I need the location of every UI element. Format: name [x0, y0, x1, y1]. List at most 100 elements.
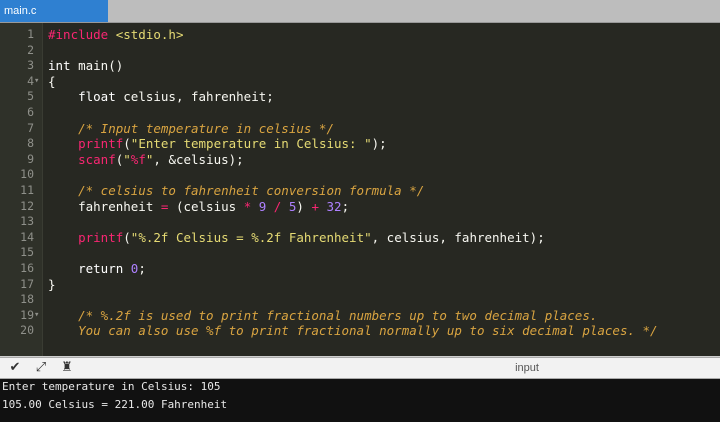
code-token: float: [48, 89, 124, 105]
fold-toggle-icon[interactable]: ▾: [34, 74, 42, 90]
code-line[interactable]: 2: [0, 43, 720, 59]
tab-bar: main.c: [0, 0, 720, 23]
code-line[interactable]: 4 ▾ {: [0, 74, 720, 90]
code-line[interactable]: 18: [0, 292, 720, 308]
code-token: printf: [48, 229, 124, 245]
line-number: 2: [27, 42, 34, 57]
line-number: 13: [20, 214, 34, 229]
code-token: printf: [48, 136, 124, 152]
code-line[interactable]: 13: [0, 214, 720, 230]
expand-icon[interactable]: ⤢: [32, 360, 50, 376]
code-text: {: [48, 74, 56, 90]
code-token: return: [48, 260, 131, 276]
code-token: +: [311, 198, 319, 214]
code-token: ): [296, 198, 312, 214]
code-text: scanf("%f", &celsius);: [48, 152, 244, 168]
code-token: (celsius: [168, 198, 244, 214]
code-token: %f: [130, 151, 146, 167]
code-token: );: [371, 136, 387, 152]
code-editor[interactable]: 1 #include <stdio.h> 2 3 int main() 4 ▾{5 floa…: [0, 23, 720, 356]
line-number: 14: [20, 229, 34, 244]
code-line[interactable]: 11 /* celsius to fahrenheit conversion f…: [0, 183, 720, 199]
code-token: ;: [341, 198, 350, 214]
code-line[interactable]: 1 #include <stdio.h>: [0, 27, 720, 43]
code-token: (: [123, 136, 131, 152]
code-token: /* celsius to fahrenheit conversion form…: [48, 182, 425, 198]
code-token: (: [123, 229, 131, 245]
code-text: #include <stdio.h>: [48, 27, 183, 43]
code-token: 32: [318, 198, 342, 214]
code-token: <stdio.h>: [115, 27, 184, 42]
console-line: Enter temperature in Celsius: 105: [2, 380, 221, 393]
code-text: }: [48, 277, 56, 293]
line-number: 10: [20, 167, 34, 182]
line-number: 16: [20, 260, 34, 275]
code-text: return 0;: [48, 261, 146, 277]
code-lines: 1 #include <stdio.h> 2 3 int main() 4 ▾{5 floa…: [0, 27, 720, 339]
code-token: , celsius, fahrenheit);: [371, 229, 545, 245]
code-line[interactable]: 8 printf("Enter temperature in Celsius: …: [0, 136, 720, 152]
line-number: 9: [27, 151, 34, 166]
code-token: }: [48, 276, 56, 292]
line-number: 8: [27, 136, 34, 151]
code-line[interactable]: 20 You can also use %f to print fraction…: [0, 323, 720, 339]
line-number: 7: [27, 120, 34, 135]
code-token: celsius, fahrenheit;: [123, 89, 274, 105]
code-token: int: [48, 58, 79, 74]
code-text: /* %.2f is used to print fractional numb…: [48, 308, 597, 324]
code-token: main(): [78, 58, 124, 74]
input-tab[interactable]: input: [338, 358, 716, 378]
line-number: 12: [20, 198, 34, 213]
code-line[interactable]: 17}: [0, 277, 720, 293]
code-line[interactable]: 5 float celsius, fahrenheit;: [0, 89, 720, 105]
code-line[interactable]: 14 printf("%.2f Celsius = %.2f Fahrenhei…: [0, 230, 720, 246]
code-token: 9: [251, 198, 274, 214]
code-text: You can also use %f to print fractional …: [48, 323, 658, 339]
line-number: 11: [20, 182, 34, 197]
console-toolbar: ✔ ⤢ ♜ input: [0, 357, 720, 379]
fold-toggle-icon[interactable]: ▾: [34, 308, 42, 324]
code-line[interactable]: 12 fahrenheit = (celsius * 9 / 5) + 32;: [0, 199, 720, 215]
line-number: 17: [20, 276, 34, 291]
code-token: You can also use %f to print fractional …: [48, 323, 658, 339]
tab-main-c[interactable]: main.c: [0, 0, 108, 22]
code-token: 5: [281, 198, 297, 214]
code-token: /* Input temperature in celsius */: [48, 120, 334, 136]
code-text: printf("Enter temperature in Celsius: ")…: [48, 136, 387, 152]
code-line[interactable]: 19 ▾ /* %.2f is used to print fractional …: [0, 308, 720, 324]
code-line[interactable]: 7 /* Input temperature in celsius */: [0, 121, 720, 137]
line-number: 6: [27, 104, 34, 119]
code-token: "Enter temperature in Celsius: ": [130, 136, 372, 152]
code-token: ;: [138, 260, 146, 276]
chevron-down-icon[interactable]: ✔: [6, 360, 24, 376]
code-token: {: [48, 73, 56, 89]
code-text: /* Input temperature in celsius */: [48, 121, 334, 137]
code-token: scanf: [48, 151, 116, 167]
code-token: "%.2f Celsius = %.2f Fahrenheit": [130, 229, 372, 245]
line-number: 1: [27, 27, 34, 41]
code-text: float celsius, fahrenheit;: [48, 89, 274, 105]
line-number: 3: [27, 58, 34, 73]
line-number: 5: [27, 89, 34, 104]
code-token: , &celsius);: [153, 151, 244, 167]
code-text: int main(): [48, 58, 123, 74]
code-token: /* %.2f is used to print fractional numb…: [48, 307, 598, 323]
output-console[interactable]: Enter temperature in Celsius: 105 105.00…: [0, 379, 720, 422]
code-line[interactable]: 15: [0, 245, 720, 261]
line-number: 15: [20, 245, 34, 260]
code-token: ": [123, 151, 131, 167]
line-number: 18: [20, 292, 34, 307]
code-line[interactable]: 3 int main(): [0, 58, 720, 74]
code-text: printf("%.2f Celsius = %.2f Fahrenheit",…: [48, 230, 545, 246]
stop-icon[interactable]: ♜: [58, 360, 76, 376]
code-text: /* celsius to fahrenheit conversion form…: [48, 183, 424, 199]
line-number: 4: [27, 73, 34, 88]
code-text: fahrenheit = (celsius * 9 / 5) + 32;: [48, 199, 349, 215]
console-line: 105.00 Celsius = 221.00 Fahrenheit: [2, 398, 228, 411]
code-line[interactable]: 6: [0, 105, 720, 121]
code-line[interactable]: 9 scanf("%f", &celsius);: [0, 152, 720, 168]
line-number: 20: [20, 323, 34, 338]
code-line[interactable]: 10: [0, 167, 720, 183]
line-number: 19: [20, 307, 34, 322]
code-line[interactable]: 16 return 0;: [0, 261, 720, 277]
